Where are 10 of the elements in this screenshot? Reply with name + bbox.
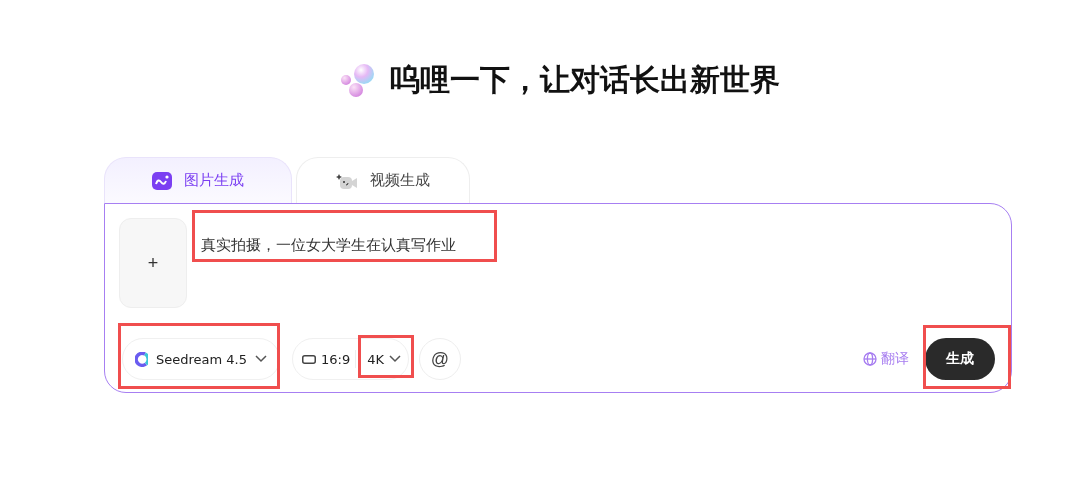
ratio-dropdown[interactable]: 16:9: [299, 351, 354, 367]
mode-tab[interactable]: 视频生成: [296, 157, 470, 203]
page-heading: 呜哩一下，让对话长出新世界: [390, 61, 780, 99]
mode-tab[interactable]: 图片生成: [104, 157, 292, 203]
generate-button[interactable]: 生成: [925, 338, 995, 380]
model-dropdown[interactable]: Seedream 4.5: [122, 338, 280, 380]
prompt-input[interactable]: 真实拍摄，一位女大学生在认真写作业: [201, 218, 456, 338]
upload-button[interactable]: +: [119, 218, 187, 308]
resolution-dropdown[interactable]: 4K: [364, 351, 404, 367]
mention-button[interactable]: @: [419, 338, 461, 380]
